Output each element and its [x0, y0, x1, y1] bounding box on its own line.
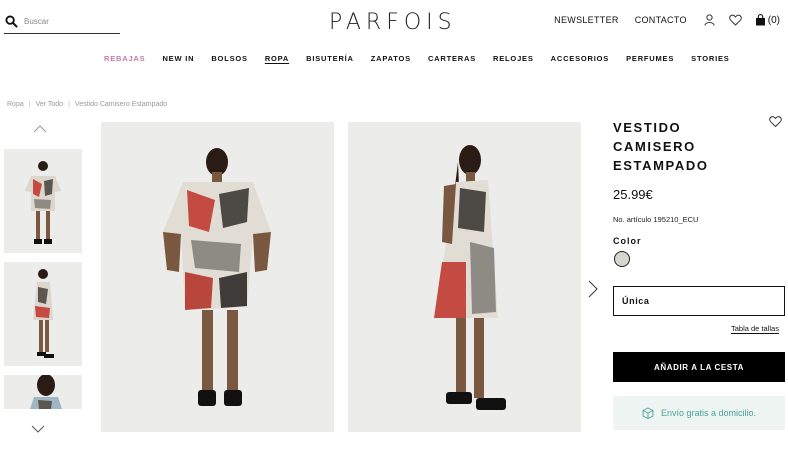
- nav-item-bolsos[interactable]: BOLSOS: [211, 54, 247, 63]
- search-bar[interactable]: [4, 10, 120, 34]
- nav-item-carteras[interactable]: CARTERAS: [428, 54, 476, 63]
- breadcrumb-separator: |: [68, 101, 70, 108]
- free-shipping-banner: Envío gratis a domicilio.: [613, 396, 785, 430]
- model-side-photo: [434, 145, 506, 410]
- breadcrumb-current: Vestido Camisero Estampado: [74, 101, 168, 108]
- contact-link[interactable]: CONTACTO: [635, 15, 687, 25]
- product-image-side[interactable]: [348, 122, 581, 432]
- size-guide-link[interactable]: Tabla de tallas: [731, 324, 779, 333]
- nav-item-ropa[interactable]: ROPA: [265, 54, 289, 63]
- thumbnail-back[interactable]: [4, 375, 82, 409]
- user-icon[interactable]: [703, 13, 717, 27]
- nav-item-stories[interactable]: STORIES: [691, 54, 729, 63]
- product-price: 25.99€: [613, 187, 653, 202]
- add-to-cart-button[interactable]: AÑADIR A LA CESTA: [613, 352, 785, 382]
- search-icon: [5, 15, 18, 28]
- nav-item-bisuteria[interactable]: BISUTERÍA: [306, 54, 354, 63]
- chevron-right-icon[interactable]: [587, 279, 599, 299]
- color-label: Color: [613, 236, 642, 246]
- nav-item-relojes[interactable]: RELOJES: [493, 54, 534, 63]
- chevron-down-icon[interactable]: [31, 424, 45, 434]
- bag-icon: [755, 14, 765, 26]
- product-reference: No. artículo 195210_ECU: [613, 215, 699, 224]
- nav-item-zapatos[interactable]: ZAPATOS: [371, 54, 411, 63]
- newsletter-link[interactable]: NEWSLETTER: [554, 15, 619, 25]
- breadcrumb-separator: |: [28, 101, 31, 108]
- thumbnail-front[interactable]: [4, 149, 82, 253]
- nav-item-accesorios[interactable]: ACCESORIOS: [551, 54, 609, 63]
- model-front-image: [25, 161, 61, 244]
- breadcrumb-ropa[interactable]: Ropa: [7, 101, 24, 108]
- wishlist-heart-icon[interactable]: [769, 115, 782, 128]
- header-utilities: NEWSLETTER CONTACTO (0): [554, 12, 780, 28]
- product-image-front[interactable]: [101, 122, 334, 432]
- product-title: VESTIDO CAMISERO ESTAMPADO: [613, 120, 709, 173]
- cart-button[interactable]: (0): [755, 14, 780, 26]
- box-icon: [642, 407, 654, 419]
- nav-item-perfumes[interactable]: PERFUMES: [626, 54, 674, 63]
- model-back-image: [30, 375, 62, 409]
- main-navigation: REBAJAS NEW IN BOLSOS ROPA BISUTERÍA ZAP…: [104, 54, 747, 63]
- color-swatch[interactable]: [614, 251, 630, 267]
- chevron-up-icon[interactable]: [33, 124, 47, 134]
- nav-item-rebajas[interactable]: REBAJAS: [104, 54, 145, 63]
- model-front-photo: [163, 148, 271, 406]
- logo-text: PARFOIS: [329, 9, 457, 35]
- brand-logo[interactable]: PARFOIS: [329, 9, 457, 35]
- breadcrumb-ver-todo[interactable]: Ver Todo: [36, 101, 64, 108]
- search-input[interactable]: [24, 17, 114, 26]
- thumbnail-side[interactable]: [4, 262, 82, 366]
- cart-count: (0): [767, 14, 780, 26]
- model-side-image: [33, 269, 54, 358]
- nav-item-new-in[interactable]: NEW IN: [162, 54, 194, 63]
- heart-icon[interactable]: [729, 13, 743, 27]
- size-selector[interactable]: Única: [613, 286, 785, 316]
- free-shipping-text: Envío gratis a domicilio.: [660, 408, 757, 418]
- breadcrumb: Ropa | Ver Todo | Vestido Camisero Estam…: [7, 101, 167, 108]
